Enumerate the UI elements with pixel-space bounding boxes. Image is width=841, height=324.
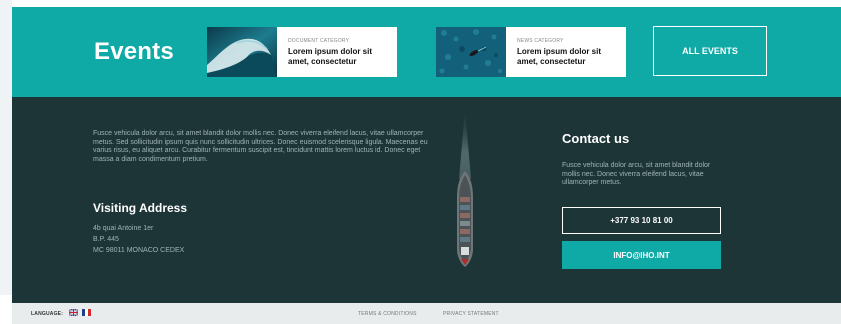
- france-flag-icon[interactable]: [82, 309, 91, 316]
- events-band: Events DOCUMENT CATEGORY Lorem ipsum dol…: [12, 7, 841, 97]
- event-card-news[interactable]: NEWS CATEGORY Lorem ipsum dolor sit amet…: [436, 27, 626, 77]
- left-strip: [0, 0, 12, 295]
- card-headline[interactable]: Lorem ipsum dolor sit amet, consectetur: [517, 47, 621, 67]
- footer-info-section: Fusce vehicula dolor arcu, sit amet blan…: [12, 97, 841, 303]
- events-title: Events: [94, 38, 174, 65]
- footer-bar: LANGUAGE: TERMS & CONDITIONS PRIVACY STA…: [12, 303, 841, 324]
- contact-title: Contact us: [562, 131, 630, 146]
- card-category: NEWS CATEGORY: [517, 38, 564, 44]
- card-headline[interactable]: Lorem ipsum dolor sit amet, consectetur: [288, 47, 392, 67]
- address-line: 4b quai Antoine 1er: [93, 225, 154, 232]
- language-label: LANGUAGE:: [31, 311, 64, 317]
- email-button[interactable]: INFO@IHO.INT: [562, 241, 721, 269]
- ship-image: [457, 109, 473, 267]
- terms-link[interactable]: TERMS & CONDITIONS: [358, 311, 417, 317]
- address-line: MC 98011 MONACO CEDEX: [93, 247, 185, 254]
- address-line: B.P. 445: [93, 236, 119, 243]
- intro-text: Fusce vehicula dolor arcu, sit amet blan…: [93, 130, 428, 163]
- aerial-boat-image: [436, 27, 506, 77]
- ocean-wave-image: [207, 27, 277, 77]
- page: Events DOCUMENT CATEGORY Lorem ipsum dol…: [12, 7, 841, 324]
- event-card-document[interactable]: DOCUMENT CATEGORY Lorem ipsum dolor sit …: [207, 27, 397, 77]
- all-events-button[interactable]: ALL EVENTS: [653, 26, 767, 76]
- privacy-link[interactable]: PRIVACY STATEMENT: [443, 311, 499, 317]
- visiting-address-title: Visiting Address: [93, 201, 188, 215]
- contact-text: Fusce vehicula dolor arcu, sit amet blan…: [562, 162, 711, 186]
- uk-flag-icon[interactable]: [69, 309, 78, 316]
- phone-button[interactable]: +377 93 10 81 00: [562, 207, 721, 234]
- card-category: DOCUMENT CATEGORY: [288, 38, 350, 44]
